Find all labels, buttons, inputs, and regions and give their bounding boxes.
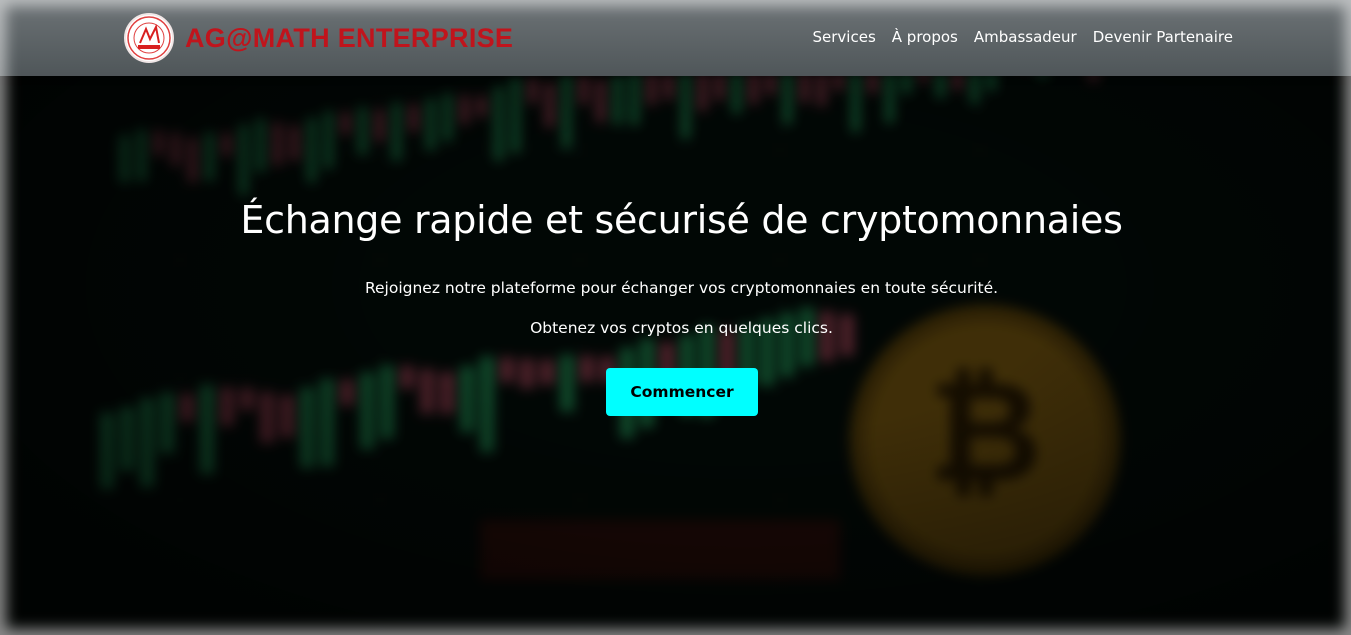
nav-ambassador[interactable]: Ambassadeur xyxy=(974,26,1077,48)
hero-section: Échange rapide et sécurisé de cryptomonn… xyxy=(0,76,1351,635)
main-nav: Services À propos Ambassadeur Devenir Pa… xyxy=(813,26,1233,48)
nav-become-partner[interactable]: Devenir Partenaire xyxy=(1093,26,1233,48)
company-logo xyxy=(124,13,174,63)
site-header: AG@MATH ENTERPRISE Services À propos Amb… xyxy=(0,0,1351,76)
brand-name: AG@MATH ENTERPRISE xyxy=(185,22,514,53)
nav-about[interactable]: À propos xyxy=(892,26,958,48)
hero-subtitle-2: Obtenez vos cryptos en quelques clics. xyxy=(530,319,833,337)
start-button[interactable]: Commencer xyxy=(606,368,758,416)
page: ₿ AG@MATH ENTERPRISE Services À propos A… xyxy=(0,0,1351,635)
logo-emblem-icon xyxy=(127,16,171,60)
hero-subtitle-1: Rejoignez notre plateforme pour échanger… xyxy=(364,279,999,297)
nav-services[interactable]: Services xyxy=(813,26,876,48)
hero-title: Échange rapide et sécurisé de cryptomonn… xyxy=(240,198,1123,242)
brand-link[interactable]: AG@MATH ENTERPRISE xyxy=(124,13,513,63)
